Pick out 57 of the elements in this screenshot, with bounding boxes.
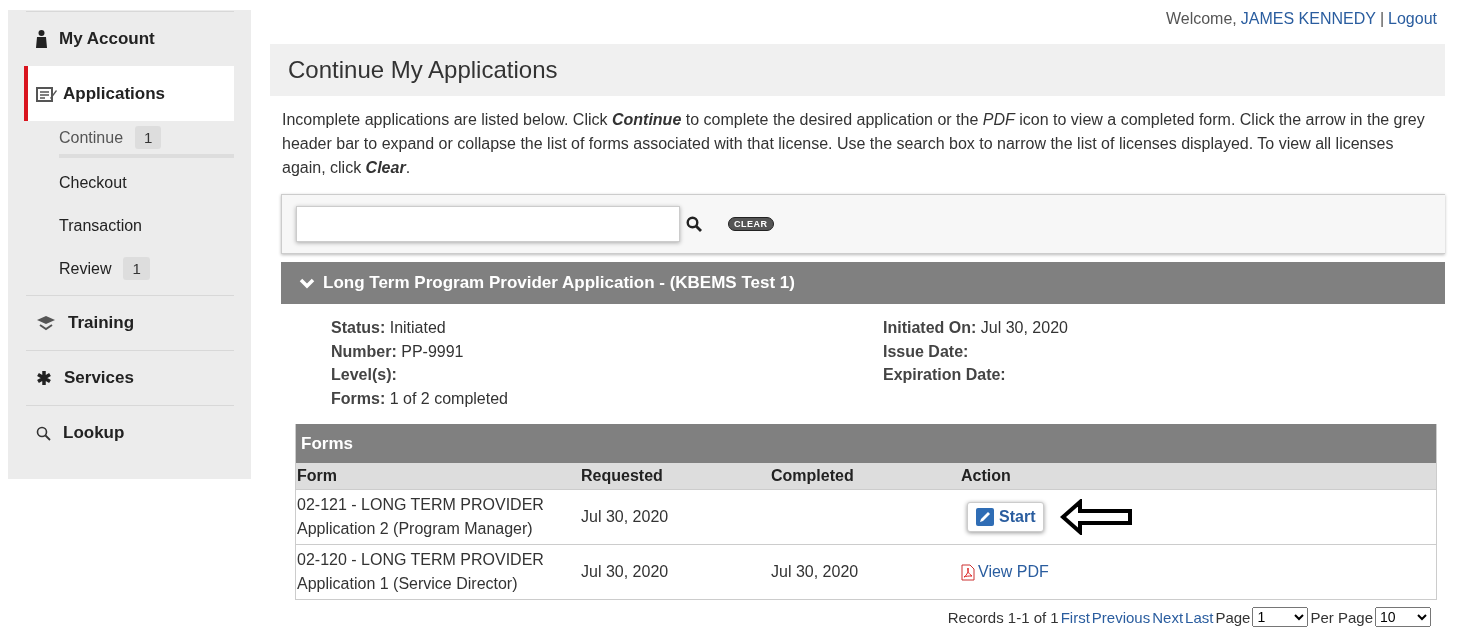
pager-link[interactable]: Previous — [1091, 608, 1151, 626]
sidebar-subitem[interactable]: Transaction — [59, 207, 234, 244]
column-header: Requested — [580, 463, 770, 490]
logout-link[interactable]: Logout — [1388, 10, 1437, 28]
pager-link[interactable]: Next — [1152, 608, 1184, 626]
table-cell-text: 02-120 - LONG TERM PROVIDER Application 1 (Service Director) — [297, 550, 545, 594]
person-icon — [36, 30, 47, 48]
per-page-label: Per Page — [1310, 608, 1373, 626]
sidebar-subitem[interactable]: Continue 1 — [59, 121, 234, 158]
page-label: Page — [1215, 608, 1251, 626]
graduation-cap-icon — [36, 315, 56, 331]
column-header: Action — [960, 463, 1436, 490]
clear-button[interactable]: CLEAR — [728, 217, 774, 231]
forms-header-bar: Forms — [296, 424, 1436, 463]
instructions-paragraph: Incomplete applications are listed below. Click Continue to complete the desired application or the PDF icon to view a completed form. Click the arrow in the grey header bar to expand or collapse the list of forms associated with that license. Use the search box to narrow the list of licenses displayed. To view all licenses again, click Clear. — [282, 110, 1426, 178]
pager-link[interactable]: First — [1060, 608, 1090, 626]
detail-text: Forms: 1 of 2 completed — [331, 388, 509, 409]
license-header-bar[interactable]: Long Term Program Provider Application - (KBEMS Test 1) — [281, 262, 1445, 304]
table-cell: Jul 30, 2020 — [771, 563, 859, 580]
sidebar-item[interactable]: Lookup — [26, 405, 234, 460]
table-cell: Jul 30, 2020 — [581, 508, 669, 525]
table-cell-text: 02-121 - LONG TERM PROVIDER Application 2 (Program Manager) — [297, 495, 545, 539]
column-header: Completed — [770, 463, 960, 490]
detail-text: Level(s): — [331, 365, 398, 385]
count-badge: 1 — [135, 126, 162, 149]
start-button[interactable]: Start — [967, 502, 1045, 532]
welcome-text: Welcome, — [1165, 10, 1237, 28]
search-field[interactable] — [296, 206, 680, 242]
separator-text: | — [1379, 10, 1385, 28]
sidebar-subitem[interactable]: Review 1 — [59, 250, 234, 287]
sidebar-item[interactable]: Services — [26, 350, 234, 405]
count-badge: 1 — [123, 257, 150, 280]
pdf-icon — [961, 563, 975, 581]
detail-text: Status: Initiated — [331, 318, 447, 338]
page-title: Continue My Applications — [288, 56, 558, 83]
sidebar-item[interactable]: Training — [26, 295, 234, 350]
view-pdf-link[interactable]: View PDF — [961, 563, 1049, 581]
detail-text: Issue Date: — [883, 341, 970, 362]
detail-text: Initiated On: Jul 30, 2020 — [883, 318, 1069, 338]
table-cell: Jul 30, 2020 — [581, 563, 669, 580]
asterisk-icon — [36, 370, 52, 386]
records-text: Records 1-1 of 1 — [947, 608, 1059, 626]
detail-text: Number: PP-9991 — [331, 341, 465, 362]
edit-icon — [976, 508, 994, 526]
sidebar-subitem[interactable]: Checkout — [59, 164, 234, 201]
pager-link[interactable]: Last — [1185, 608, 1214, 626]
per-page-select[interactable]: 10 — [1375, 607, 1431, 627]
search-icon — [36, 425, 51, 441]
user-name-link[interactable]: JAMES KENNEDY — [1240, 10, 1376, 28]
detail-text: Expiration Date: — [883, 365, 1007, 385]
chevron-icon[interactable] — [299, 277, 315, 289]
form-icon — [36, 85, 57, 102]
arrow-icon — [1060, 499, 1133, 535]
column-header: Form — [296, 463, 580, 490]
page-select[interactable]: 1 — [1252, 607, 1309, 627]
sidebar-item[interactable]: Applications — [24, 66, 234, 121]
search-icon[interactable] — [686, 216, 702, 232]
